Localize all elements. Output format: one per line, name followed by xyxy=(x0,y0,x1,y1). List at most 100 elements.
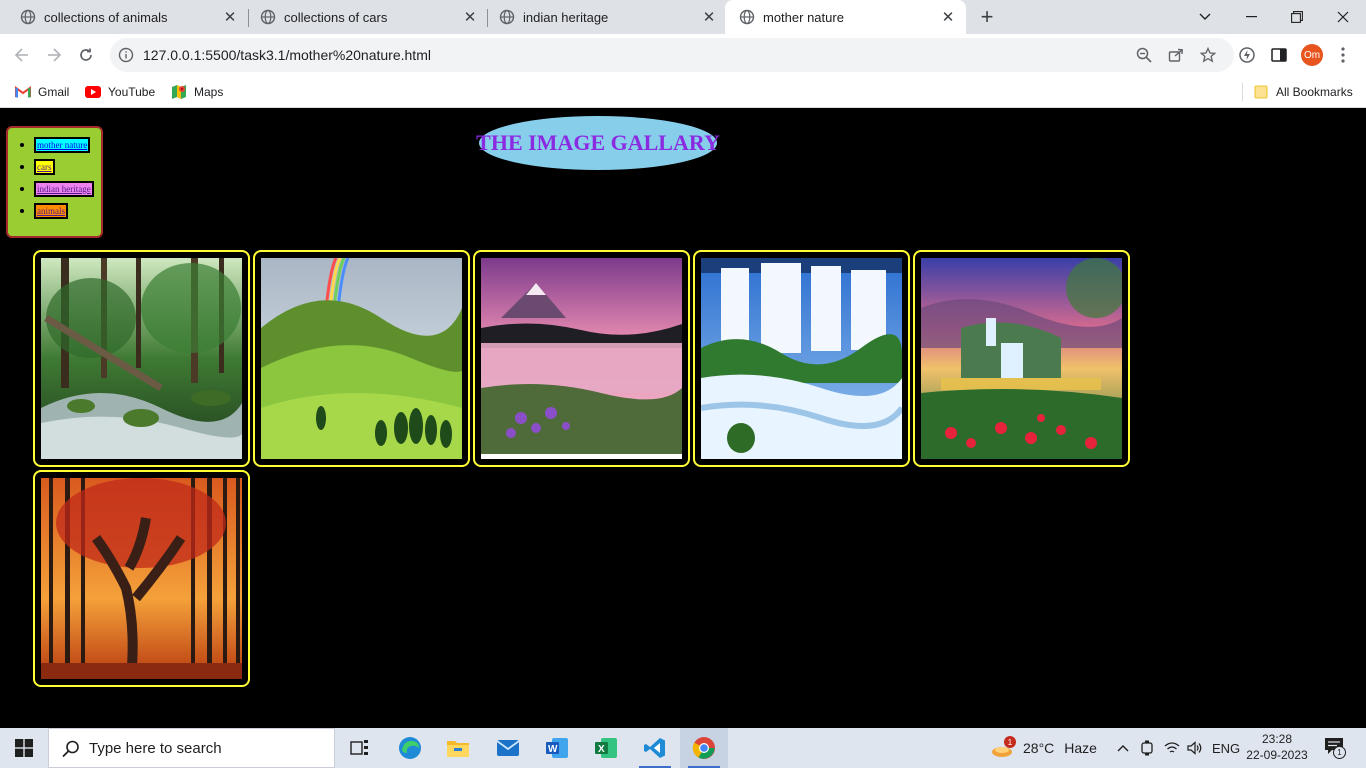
clock[interactable]: 23:28 22-09-2023 xyxy=(1242,731,1312,763)
bullet xyxy=(20,143,24,147)
mountain-lake-image xyxy=(481,258,682,459)
url-text: 127.0.0.1:5500/task3.1/mother%20nature.h… xyxy=(143,47,431,63)
new-tab-button[interactable]: + xyxy=(975,4,999,29)
bullet xyxy=(20,187,24,191)
vscode-icon[interactable] xyxy=(631,728,679,768)
gallery-item[interactable] xyxy=(253,250,470,467)
zoom-out-icon[interactable] xyxy=(1135,46,1153,64)
device-icon[interactable] xyxy=(1139,728,1155,768)
word-icon[interactable]: W xyxy=(533,728,581,768)
gallery-item[interactable] xyxy=(33,250,250,467)
tab-title: indian heritage xyxy=(523,9,609,25)
nav-link-animals[interactable]: animals xyxy=(34,203,68,219)
chrome-icon[interactable] xyxy=(680,728,728,768)
all-bookmarks-button[interactable]: All Bookmarks xyxy=(1253,82,1353,102)
gmail-icon xyxy=(15,84,31,100)
tab-indian-heritage[interactable]: indian heritage ✕ xyxy=(479,0,727,34)
wifi-icon[interactable] xyxy=(1163,728,1181,768)
forest-stream-image xyxy=(41,258,242,459)
search-icon xyxy=(61,739,81,759)
excel-icon[interactable]: X xyxy=(582,728,630,768)
tab-title: mother nature xyxy=(763,9,844,25)
tab-mother-nature[interactable]: mother nature ✕ xyxy=(725,0,966,34)
nav-link-indian-heritage[interactable]: indian heritage xyxy=(34,181,94,197)
menu-kebab-icon[interactable] xyxy=(1334,46,1352,64)
task-view-icon[interactable] xyxy=(336,728,384,768)
minimize-icon[interactable] xyxy=(1228,0,1274,34)
back-arrow-icon[interactable] xyxy=(10,43,34,67)
nav-item: indian heritage xyxy=(20,181,94,197)
waterfall-image xyxy=(701,258,902,459)
close-window-icon[interactable] xyxy=(1320,0,1366,34)
globe-icon xyxy=(20,9,36,25)
share-icon[interactable] xyxy=(1167,46,1185,64)
gallery-item[interactable] xyxy=(473,250,690,467)
tab-title: collections of animals xyxy=(44,9,168,25)
extensions-icon[interactable] xyxy=(1238,46,1256,64)
file-explorer-icon[interactable] xyxy=(434,728,482,768)
globe-icon xyxy=(260,9,276,25)
globe-icon xyxy=(739,9,755,25)
chevron-up-icon[interactable] xyxy=(1115,728,1131,768)
bookmark-maps[interactable]: Maps xyxy=(171,82,223,102)
windows-taskbar: Type here to search W X 1 28°C Haze ENG … xyxy=(0,728,1366,768)
clock-time: 23:28 xyxy=(1261,732,1293,746)
bookmark-gmail[interactable]: Gmail xyxy=(15,82,69,102)
bookmark-label: Maps xyxy=(194,85,224,99)
bookmark-star-icon[interactable] xyxy=(1199,46,1217,64)
browser-toolbar: 127.0.0.1:5500/task3.1/mother%20nature.h… xyxy=(0,34,1366,76)
forward-arrow-icon[interactable] xyxy=(42,43,66,67)
weather-widget[interactable]: 1 28°C Haze xyxy=(991,728,1097,768)
tab-collections-of-animals[interactable]: collections of animals ✕ xyxy=(0,0,248,34)
restore-icon[interactable] xyxy=(1274,0,1320,34)
clock-date: 22-09-2023 xyxy=(1246,748,1308,762)
close-icon[interactable]: ✕ xyxy=(940,9,956,26)
fantasy-waterfall-image xyxy=(921,258,1122,459)
tab-collections-of-cars[interactable]: collections of cars ✕ xyxy=(240,0,488,34)
youtube-icon xyxy=(85,84,101,100)
edge-browser-icon[interactable] xyxy=(386,728,434,768)
language-indicator[interactable]: ENG xyxy=(1212,728,1240,768)
windows-start-icon[interactable] xyxy=(0,728,48,768)
autumn-tree-image xyxy=(41,478,242,679)
rainbow-hills-image xyxy=(261,258,462,459)
nav-menu: mother nature cars indian heritage anima… xyxy=(6,126,103,238)
web-page: mother nature cars indian heritage anima… xyxy=(0,109,1366,728)
nav-link-mother-nature[interactable]: mother nature xyxy=(33,137,91,153)
tab-search-chevron-icon[interactable] xyxy=(1182,0,1228,34)
gallery-item[interactable] xyxy=(693,250,910,467)
taskbar-search-box[interactable]: Type here to search xyxy=(48,728,335,768)
close-icon[interactable]: ✕ xyxy=(462,9,478,26)
weather-temperature: 28°C xyxy=(1023,740,1055,756)
nav-link-cars[interactable]: cars xyxy=(34,159,55,175)
gallery-item[interactable] xyxy=(33,470,250,687)
weather-description: Haze xyxy=(1064,740,1097,756)
bookmark-label: YouTube xyxy=(108,85,156,99)
browser-tab-strip: collections of animals ✕ collections of … xyxy=(0,0,1366,34)
bookmark-youtube[interactable]: YouTube xyxy=(85,82,155,102)
gallery-item[interactable] xyxy=(913,250,1130,467)
notification-center-icon[interactable]: 1 xyxy=(1323,728,1347,768)
bookmarks-bar: Gmail YouTube Maps All Bookmarks xyxy=(0,76,1366,108)
globe-icon xyxy=(499,9,515,25)
tab-title: collections of cars xyxy=(284,9,388,25)
nav-item: animals xyxy=(20,203,68,219)
all-bookmarks-label: All Bookmarks xyxy=(1276,85,1353,99)
side-panel-icon[interactable] xyxy=(1270,46,1288,64)
reload-icon[interactable] xyxy=(74,43,98,67)
notification-count: 1 xyxy=(1333,746,1346,759)
close-icon[interactable]: ✕ xyxy=(222,9,238,26)
bullet xyxy=(20,209,24,213)
profile-avatar[interactable]: Om xyxy=(1301,44,1323,66)
close-icon[interactable]: ✕ xyxy=(701,9,717,26)
maps-icon xyxy=(171,84,187,100)
site-info-icon[interactable] xyxy=(118,47,134,63)
bookmark-label: Gmail xyxy=(38,85,70,99)
mail-icon[interactable] xyxy=(484,728,532,768)
svg-text:W: W xyxy=(548,744,558,755)
volume-icon[interactable] xyxy=(1186,728,1204,768)
nav-item: cars xyxy=(20,159,55,175)
svg-text:X: X xyxy=(598,744,605,755)
address-bar[interactable]: 127.0.0.1:5500/task3.1/mother%20nature.h… xyxy=(110,38,1234,72)
search-placeholder: Type here to search xyxy=(89,740,222,757)
